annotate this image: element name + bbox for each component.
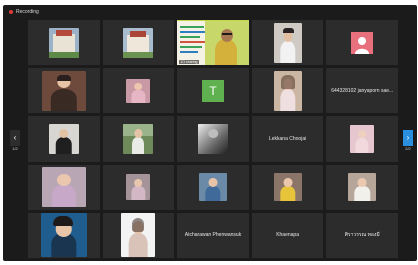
next-page-label: 2/2 xyxy=(405,145,411,151)
next-page-button[interactable]: › 2/2 xyxy=(402,127,414,153)
participant-tile[interactable] xyxy=(102,164,175,210)
participant-tile[interactable]: Khaenapa xyxy=(251,212,324,258)
previous-page-label: 1/2 xyxy=(12,145,18,151)
participant-tile[interactable] xyxy=(102,212,175,258)
participant-tile[interactable] xyxy=(326,20,398,66)
participant-tile[interactable] xyxy=(326,164,398,210)
participant-tile[interactable] xyxy=(28,164,100,210)
participant-tile[interactable] xyxy=(251,164,324,210)
participant-name: Atcharawan Phenwansuk xyxy=(184,232,242,239)
participant-video xyxy=(121,213,156,258)
participant-tile[interactable] xyxy=(102,20,175,66)
participant-tile[interactable] xyxy=(28,116,100,162)
participant-tile[interactable] xyxy=(177,164,249,210)
person-avatar-icon xyxy=(351,31,374,54)
chevron-left-icon: ‹ xyxy=(10,129,20,146)
meeting-window: Recording ‹ 1/2 › 2/2 1/1 sharing T 6443… xyxy=(3,5,417,261)
participant-tile[interactable]: T xyxy=(177,68,249,114)
participant-tile-active-speaker[interactable]: 1/1 sharing xyxy=(177,20,249,66)
participant-video xyxy=(273,22,302,63)
participant-tile[interactable]: Lekkana Choojai xyxy=(251,116,324,162)
participant-video xyxy=(198,173,227,202)
participant-caption: 1/1 sharing xyxy=(179,60,199,65)
participant-gallery: 1/1 sharing T 644328102 janyaporn saе...… xyxy=(28,20,398,258)
participant-tile[interactable]: Atcharawan Phenwansuk xyxy=(177,212,249,258)
participant-video xyxy=(273,173,302,202)
participant-video xyxy=(350,124,375,153)
participant-tile[interactable] xyxy=(102,68,175,114)
participant-video xyxy=(348,173,377,202)
participant-name: Khaenapa xyxy=(276,232,299,239)
participant-tile[interactable] xyxy=(28,20,100,66)
participant-video xyxy=(177,20,249,65)
participant-video xyxy=(273,70,302,111)
letter-avatar-icon: T xyxy=(201,79,224,102)
participant-tile[interactable]: 644328102 janyaporn saе... xyxy=(326,68,398,114)
participant-tile[interactable] xyxy=(177,116,249,162)
participant-video xyxy=(48,123,79,154)
participant-video xyxy=(48,27,79,58)
previous-page-button[interactable]: ‹ 1/2 xyxy=(9,127,21,153)
recording-label: Recording xyxy=(16,9,39,15)
participant-video xyxy=(126,78,151,103)
participant-video xyxy=(123,27,154,58)
participant-name: Lekkana Choojai xyxy=(268,135,307,142)
participant-name: 644328102 janyaporn saе... xyxy=(331,87,394,94)
participant-tile[interactable] xyxy=(102,116,175,162)
participant-tile[interactable] xyxy=(28,68,100,114)
participant-video xyxy=(40,213,87,258)
participant-name: ศิราวรรณ ทองมี xyxy=(344,232,380,239)
participant-tile[interactable]: ศิราวรรณ ทองมี xyxy=(326,212,398,258)
recording-indicator: Recording xyxy=(9,9,39,15)
recording-dot-icon xyxy=(9,10,13,14)
participant-video xyxy=(123,123,154,154)
participant-tile[interactable] xyxy=(326,116,398,162)
participant-tile[interactable] xyxy=(251,68,324,114)
participant-tile[interactable] xyxy=(251,20,324,66)
participant-video xyxy=(41,167,86,208)
chevron-right-icon: › xyxy=(403,129,413,146)
participant-video xyxy=(41,70,86,111)
participant-video xyxy=(197,123,228,154)
participant-video xyxy=(126,174,151,201)
participant-tile[interactable] xyxy=(28,212,100,258)
